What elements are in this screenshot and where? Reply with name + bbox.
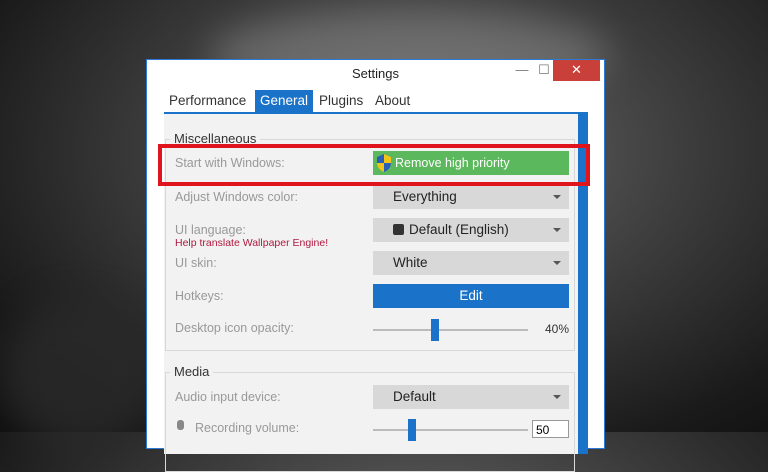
settings-window: Settings — ☐ ✕ Performance General Plugi… [146,59,605,472]
help-translate-link[interactable]: Help translate Wallpaper Engine! [175,237,328,249]
close-button[interactable]: ✕ [553,60,600,81]
chevron-down-icon [553,228,561,232]
windows-color-value: Everything [393,189,457,204]
audio-input-device-label: Audio input device: [175,390,281,404]
tab-plugins[interactable]: Plugins [314,90,368,112]
hotkeys-label: Hotkeys: [175,289,224,303]
ui-skin-label: UI skin: [175,256,217,270]
ui-language-label: UI language: [175,223,246,237]
audio-input-value: Default [393,389,436,404]
recording-volume-label: Recording volume: [195,421,300,435]
ui-skin-dropdown[interactable]: White [373,251,569,275]
chevron-down-icon [553,261,561,265]
adjust-windows-color-label: Adjust Windows color: [175,190,298,204]
tab-about[interactable]: About [370,90,415,112]
recording-volume-track[interactable] [373,429,528,431]
chevron-down-icon [553,195,561,199]
chevron-down-icon [553,395,561,399]
opacity-slider-thumb[interactable] [431,319,439,341]
edit-hotkeys-button[interactable]: Edit [373,284,569,308]
tab-performance[interactable]: Performance [164,90,251,112]
audio-input-dropdown[interactable]: Default [373,385,569,409]
ui-language-value: Default (English) [409,222,509,237]
title-bar[interactable]: Settings — ☐ ✕ [147,60,604,90]
ui-skin-value: White [393,255,428,270]
recording-volume-thumb[interactable] [407,419,416,441]
language-icon [393,224,404,235]
desktop-icon-opacity-label: Desktop icon opacity: [175,321,294,335]
microphone-icon [177,420,184,430]
media-label: Media [170,364,214,379]
opacity-slider-track[interactable] [373,329,528,331]
recording-volume-input[interactable]: 50 [532,420,569,438]
background-shape [0,300,160,450]
windows-color-dropdown[interactable]: Everything [373,185,569,209]
ui-language-dropdown[interactable]: Default (English) [373,218,569,242]
opacity-percent: 40% [545,322,570,336]
highlight-box [158,144,590,186]
tab-general[interactable]: General [255,90,314,112]
